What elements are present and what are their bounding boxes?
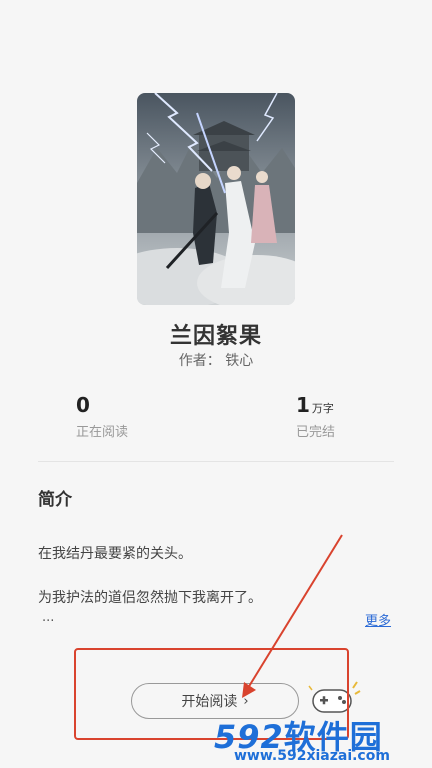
intro-text: 在我结丹最要紧的关头。 为我护法的道侣忽然抛下我离开了。	[38, 542, 398, 630]
watermark-logo: 592软件园 www.592xiazai.com	[214, 712, 432, 768]
intro-heading: 简介	[38, 490, 72, 510]
reading-count: 0	[76, 393, 90, 417]
stat-reading: 0 正在阅读	[76, 393, 128, 440]
status-label: 已完结	[296, 425, 336, 440]
book-cover-image[interactable]	[137, 93, 295, 305]
intro-paragraph: 为我护法的道侣忽然抛下我离开了。	[38, 590, 262, 606]
word-count-unit: 万字	[311, 402, 334, 415]
cover-illustration	[137, 93, 295, 305]
intro-ellipsis: ...	[42, 610, 55, 625]
reading-label: 正在阅读	[76, 425, 129, 440]
more-link[interactable]: 更多	[365, 610, 391, 629]
divider	[38, 461, 394, 462]
watermark-url: www.592xiazai.com	[234, 748, 390, 764]
stat-words: 1 万字 已完结	[296, 393, 335, 440]
intro-paragraph: 在我结丹最要紧的关头。	[38, 546, 192, 562]
author-prefix: 作者：	[178, 353, 221, 369]
author-line: 作者： 铁心	[0, 350, 432, 370]
author-name[interactable]: 铁心	[225, 353, 253, 369]
word-count: 1	[296, 393, 310, 417]
book-title: 兰因絮果	[169, 324, 262, 349]
